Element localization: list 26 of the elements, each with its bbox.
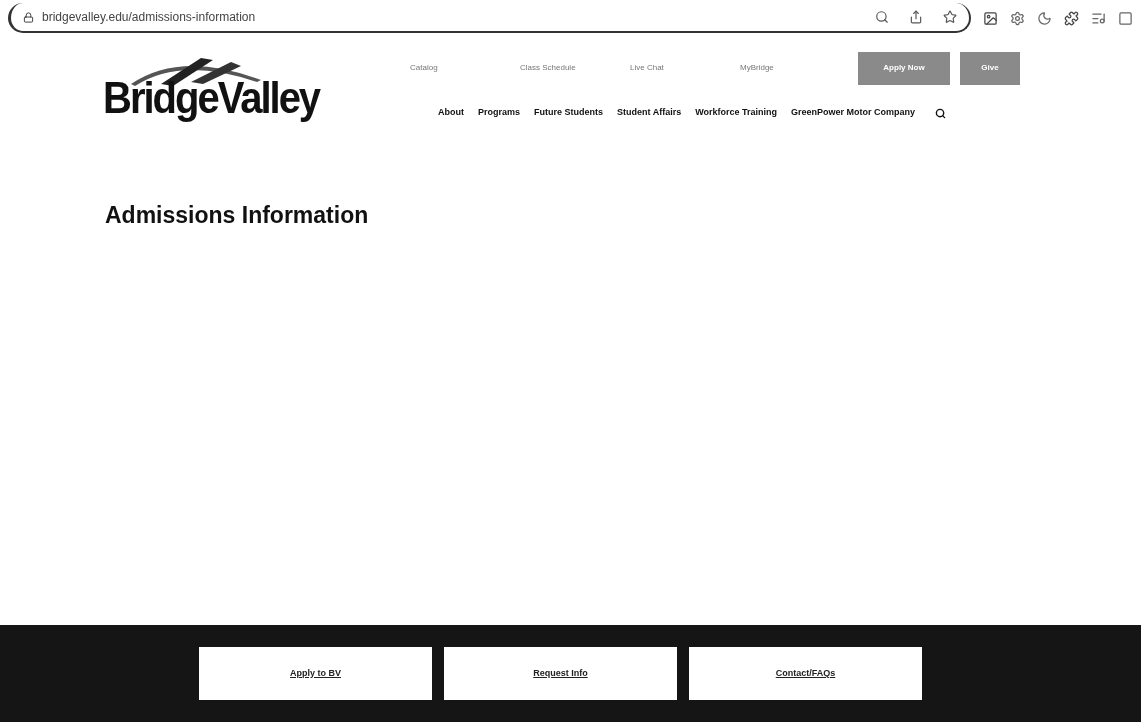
lock-icon xyxy=(23,11,34,23)
sidebar-icon[interactable] xyxy=(1118,10,1133,26)
footer-button[interactable]: Request Info xyxy=(444,647,677,700)
logo[interactable]: BridgeValley xyxy=(103,50,403,136)
page-title: Admissions Information xyxy=(105,201,370,230)
moon-icon[interactable] xyxy=(1037,10,1052,26)
logo-text: BridgeValley xyxy=(103,76,321,120)
utility-link[interactable]: Catalog xyxy=(408,62,518,74)
nav-link[interactable]: Student Affairs xyxy=(617,106,682,120)
nav-link[interactable]: GreenPower Motor Company xyxy=(791,106,916,120)
playlist-icon[interactable] xyxy=(1091,10,1106,26)
utility-link[interactable]: Class Schedule xyxy=(518,62,628,74)
utility-link[interactable]: MyBridge xyxy=(738,62,848,74)
utility-link[interactable]: Live Chat xyxy=(628,62,738,74)
nav-link[interactable]: Programs xyxy=(478,106,521,120)
footer-button[interactable]: Apply to BV xyxy=(199,647,432,700)
star-icon[interactable] xyxy=(943,10,957,24)
nav-link[interactable]: Future Students xyxy=(534,106,604,120)
search-icon[interactable] xyxy=(935,107,947,119)
gear-icon[interactable] xyxy=(1010,10,1025,26)
url-text: bridgevalley.edu/admissions-information xyxy=(42,9,257,26)
puzzle-icon[interactable] xyxy=(1064,10,1079,26)
nav-link[interactable]: Workforce Training xyxy=(695,106,778,120)
footer-button[interactable]: Contact/FAQs xyxy=(689,647,922,700)
nav-link[interactable]: About xyxy=(438,106,464,120)
share-icon[interactable] xyxy=(909,10,923,24)
